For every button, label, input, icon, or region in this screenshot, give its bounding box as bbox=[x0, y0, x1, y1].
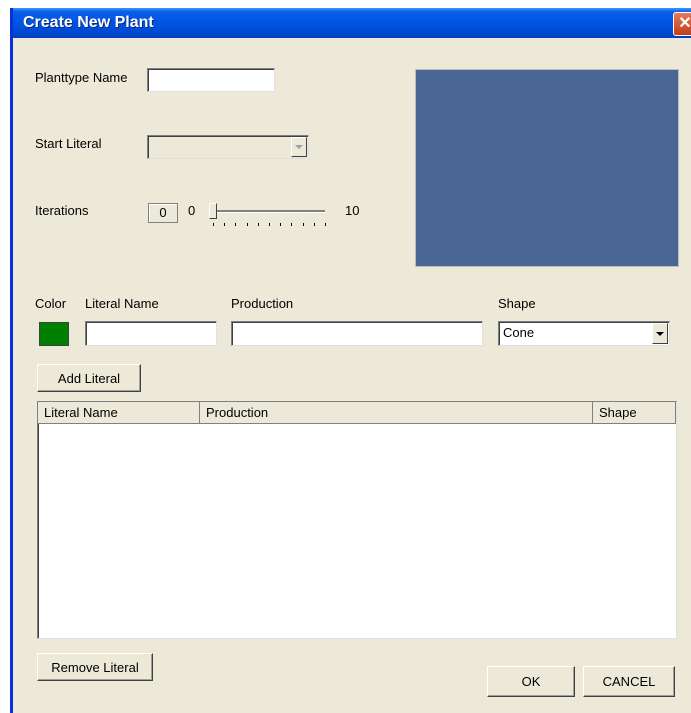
start-literal-label: Start Literal bbox=[35, 136, 102, 151]
color-swatch-button[interactable] bbox=[39, 322, 69, 346]
title-bar[interactable]: Create New Plant ✕ bbox=[13, 8, 691, 38]
slider-max-label: 10 bbox=[345, 203, 360, 218]
iterations-slider[interactable] bbox=[209, 201, 329, 231]
slider-tick bbox=[235, 223, 236, 226]
slider-tick bbox=[247, 223, 248, 226]
ok-button[interactable]: OK bbox=[487, 666, 575, 697]
color-label: Color bbox=[35, 296, 67, 311]
iterations-label: Iterations bbox=[35, 203, 89, 218]
start-literal-dropdown[interactable] bbox=[147, 135, 309, 159]
window-title: Create New Plant bbox=[23, 14, 154, 31]
chevron-down-icon[interactable] bbox=[652, 323, 668, 344]
create-plant-dialog: Create New Plant ✕ Planttype Name Start … bbox=[10, 8, 691, 713]
iterations-value-box: 0 bbox=[148, 203, 178, 223]
slider-track bbox=[211, 210, 325, 213]
slider-tick bbox=[325, 223, 326, 226]
slider-min-label: 0 bbox=[188, 203, 196, 218]
add-literal-button[interactable]: Add Literal bbox=[37, 364, 141, 392]
slider-ticks bbox=[209, 223, 329, 227]
column-header-production[interactable]: Production bbox=[200, 402, 593, 424]
planttype-name-input[interactable] bbox=[147, 68, 275, 92]
cancel-button[interactable]: CANCEL bbox=[583, 666, 675, 697]
slider-tick bbox=[213, 223, 214, 226]
plant-preview-canvas[interactable] bbox=[415, 69, 679, 267]
slider-tick bbox=[291, 223, 292, 226]
production-input[interactable] bbox=[231, 321, 483, 346]
shape-value: Cone bbox=[503, 325, 535, 340]
shape-label: Shape bbox=[498, 296, 536, 311]
production-label: Production bbox=[231, 296, 294, 311]
close-icon[interactable]: ✕ bbox=[673, 12, 691, 36]
slider-tick bbox=[314, 223, 315, 226]
slider-tick bbox=[258, 223, 259, 226]
slider-tick bbox=[303, 223, 304, 226]
literal-name-input[interactable] bbox=[85, 321, 217, 346]
slider-tick bbox=[224, 223, 225, 226]
column-header-shape[interactable]: Shape bbox=[593, 402, 676, 424]
slider-tick bbox=[269, 223, 270, 226]
literal-name-label: Literal Name bbox=[85, 296, 159, 311]
literals-table[interactable]: Literal Name Production Shape bbox=[37, 401, 677, 639]
slider-thumb[interactable] bbox=[209, 203, 217, 219]
remove-literal-button[interactable]: Remove Literal bbox=[37, 653, 153, 681]
chevron-down-icon[interactable] bbox=[291, 137, 307, 157]
slider-tick bbox=[280, 223, 281, 226]
planttype-name-label: Planttype Name bbox=[35, 70, 128, 85]
shape-dropdown[interactable]: Cone bbox=[498, 321, 670, 346]
column-header-literal-name[interactable]: Literal Name bbox=[38, 402, 200, 424]
